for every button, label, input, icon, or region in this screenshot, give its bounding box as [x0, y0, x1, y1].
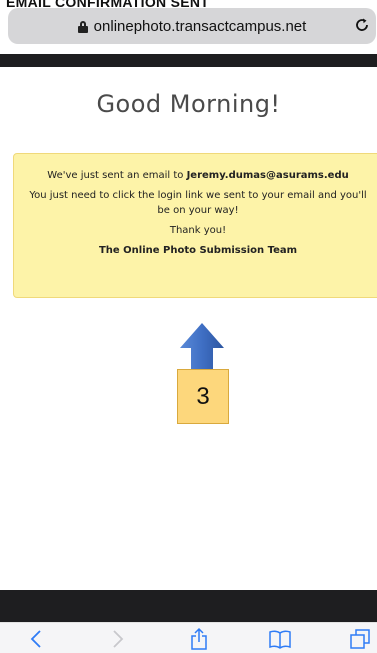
address-bar[interactable]: onlinephoto.transactcampus.net: [8, 8, 376, 44]
bookmarks-icon[interactable]: [268, 627, 292, 651]
back-icon[interactable]: [28, 627, 44, 651]
greeting-heading: Good Morning!: [96, 90, 281, 118]
top-dark-strip: [0, 54, 377, 67]
notice-email-line: We've just sent an email to Jeremy.dumas…: [22, 168, 374, 183]
reload-icon[interactable]: [354, 17, 370, 33]
notice-email-prefix: We've just sent an email to: [47, 170, 187, 181]
browser-toolbar: [0, 622, 377, 653]
step-number-badge: 3: [177, 369, 229, 424]
notice-team-signature: The Online Photo Submission Team: [98, 245, 298, 256]
url-text: onlinephoto.transactcampus.net: [93, 17, 307, 35]
notice-thanks: Thank you!: [169, 225, 227, 236]
bottom-dark-strip: [0, 590, 377, 622]
forward-icon[interactable]: [110, 627, 126, 651]
tabs-icon[interactable]: [349, 627, 371, 651]
email-sent-notice: We've just sent an email to Jeremy.dumas…: [13, 153, 377, 298]
share-icon[interactable]: [189, 627, 209, 651]
lock-icon: [77, 21, 88, 33]
notice-email-address: Jeremy.dumas@asurams.edu: [186, 170, 349, 181]
notice-instruction: You just need to click the login link we…: [29, 190, 367, 216]
